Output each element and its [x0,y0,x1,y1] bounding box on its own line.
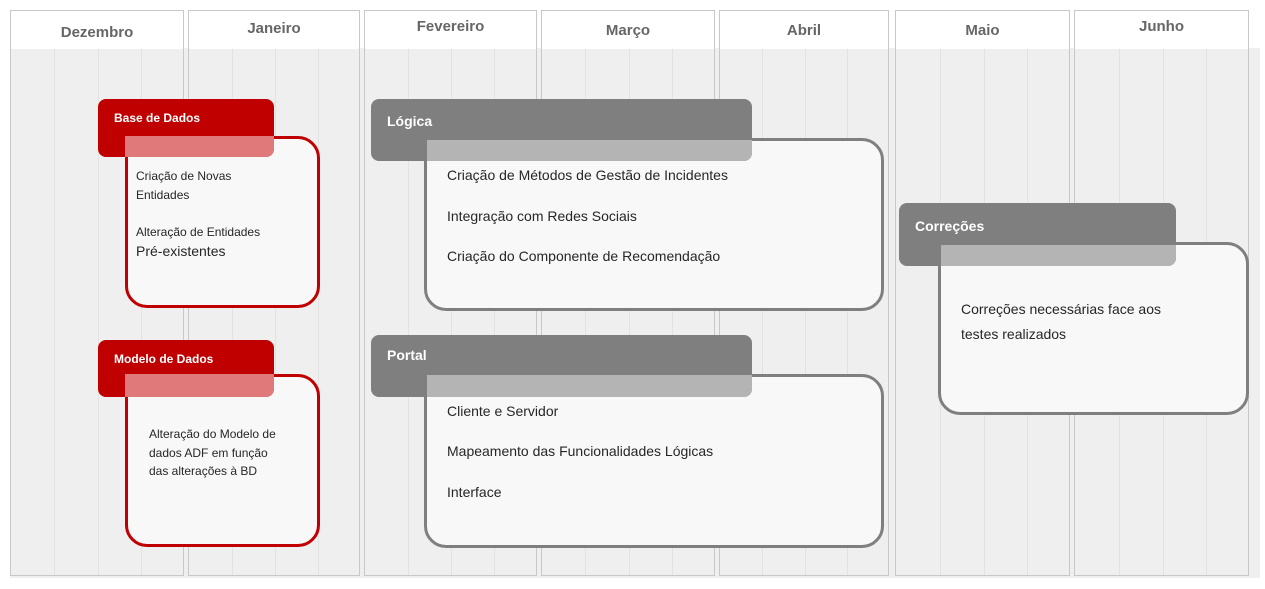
task-block-body: Correções necessárias face aos testes re… [938,242,1249,415]
task-item: Correções necessárias face aos [961,301,1161,317]
timeline-diagram: Dezembro Janeiro Fevereiro Março Abril M… [0,0,1265,589]
task-item: Interface [447,484,502,500]
month-label: Janeiro [247,20,301,37]
task-block-body: Criação de Novas Entidades Alteração de … [125,136,320,308]
month-label: Fevereiro [416,18,485,35]
task-block-body: Alteração do Modelo de dados ADF em funç… [125,374,320,547]
task-block-title: Portal [387,347,427,363]
task-block-header: Modelo de Dados [98,340,274,397]
task-item: Alteração de Entidades [136,225,261,239]
task-block-title: Lógica [387,113,433,129]
month-label: Março [605,22,651,39]
task-block-header: Correções [899,203,1176,266]
task-item: Integração com Redes Sociais [447,208,637,224]
month-label: Junho [1139,18,1184,35]
task-item: Criação do Componente de Recomendação [447,248,721,264]
task-block-header: Lógica [371,99,752,161]
task-item: Alteração do Modelo de [149,427,276,441]
task-block-title: Modelo de Dados [114,352,214,366]
task-item: Mapeamento das Funcionalidades Lógicas [447,443,714,459]
task-item: testes realizados [961,326,1067,342]
task-item: dados ADF em função [149,446,268,460]
task-item: Entidades [136,188,190,202]
task-item: Criação de Métodos de Gestão de Incident… [447,167,728,183]
month-label: Dezembro [60,24,134,41]
task-item: Pré-existentes [136,243,226,259]
task-block-title: Correções [915,218,985,234]
month-label: Abril [786,22,822,39]
task-item: Cliente e Servidor [447,403,559,419]
task-block-body: Cliente e Servidor Mapeamento das Funcio… [424,374,884,548]
task-block-header: Portal [371,335,752,397]
month-label: Maio [965,22,1000,39]
task-item: Criação de Novas [136,169,232,183]
task-item: das alterações à BD [149,464,258,478]
task-block-title: Base de Dados [114,111,201,125]
task-block-body: Criação de Métodos de Gestão de Incident… [424,138,884,311]
task-block-header: Base de Dados [98,99,274,157]
